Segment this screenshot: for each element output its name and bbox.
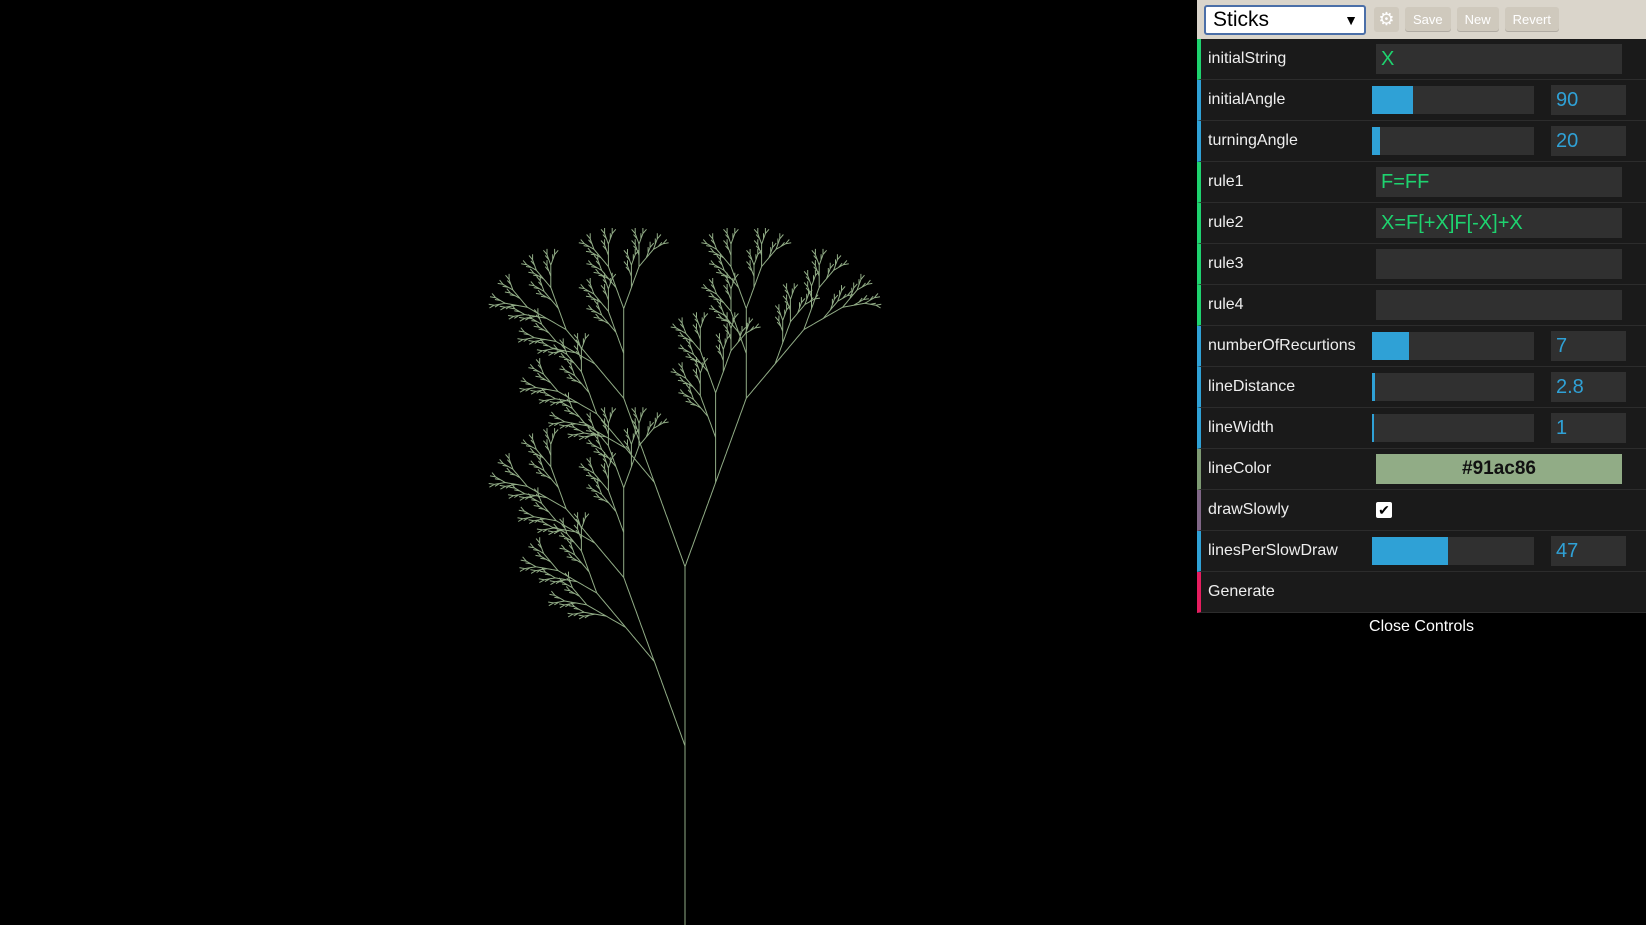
control-label: drawSlowly [1208, 501, 1289, 518]
control-label: initialString [1208, 50, 1287, 67]
generate-button[interactable]: Generate [1197, 572, 1646, 613]
control-line-width: lineWidth 1 [1197, 408, 1646, 449]
number-of-recurtions-slider[interactable] [1372, 332, 1534, 360]
control-label: turningAngle [1208, 132, 1298, 149]
control-label: rule3 [1208, 255, 1244, 272]
gear-icon[interactable]: ⚙ [1374, 7, 1399, 32]
control-turning-angle: turningAngle 20 [1197, 121, 1646, 162]
line-distance-slider[interactable] [1372, 373, 1534, 401]
lines-per-slow-draw-slider[interactable] [1372, 537, 1534, 565]
initial-string-input[interactable]: X [1376, 44, 1622, 74]
rule1-input[interactable]: F=FF [1376, 167, 1622, 197]
turning-angle-slider[interactable] [1372, 127, 1534, 155]
lines-per-slow-draw-input[interactable]: 47 [1551, 536, 1626, 566]
control-lines-per-slow-draw: linesPerSlowDraw 47 [1197, 531, 1646, 572]
control-label: lineDistance [1208, 378, 1296, 395]
draw-slowly-checkbox[interactable]: ✔ [1376, 502, 1392, 518]
close-controls-button[interactable]: Close Controls [1197, 613, 1646, 641]
initial-angle-input[interactable]: 90 [1551, 85, 1626, 115]
generate-label: Generate [1208, 583, 1275, 600]
control-label: numberOfRecurtions [1208, 337, 1356, 354]
slider-fill [1372, 127, 1381, 155]
control-label: rule1 [1208, 173, 1244, 190]
slider-fill [1372, 373, 1376, 401]
rule2-input[interactable]: X=F[+X]F[-X]+X [1376, 208, 1622, 238]
preset-select-value: Sticks [1213, 7, 1270, 31]
control-rule3: rule3 [1197, 244, 1646, 285]
line-width-slider[interactable] [1372, 414, 1534, 442]
control-rule1: rule1 F=FF [1197, 162, 1646, 203]
rule3-input[interactable] [1376, 249, 1622, 279]
control-label: rule2 [1208, 214, 1244, 231]
tree-branches [488, 228, 882, 925]
line-width-input[interactable]: 1 [1551, 413, 1626, 443]
control-label: linesPerSlowDraw [1208, 542, 1338, 559]
line-color-input[interactable]: #91ac86 [1376, 454, 1622, 484]
control-initial-string: initialString X [1197, 39, 1646, 80]
slider-fill [1372, 86, 1413, 114]
turning-angle-input[interactable]: 20 [1551, 126, 1626, 156]
control-label: lineWidth [1208, 419, 1274, 436]
control-rule2: rule2 X=F[+X]F[-X]+X [1197, 203, 1646, 244]
control-initial-angle: initialAngle 90 [1197, 80, 1646, 121]
control-line-distance: lineDistance 2.8 [1197, 367, 1646, 408]
slider-fill [1372, 332, 1410, 360]
slider-fill [1372, 414, 1374, 442]
preset-select[interactable]: Sticks ▼ [1204, 4, 1366, 35]
rule4-input[interactable] [1376, 290, 1622, 320]
control-label: rule4 [1208, 296, 1244, 313]
control-label: initialAngle [1208, 91, 1286, 108]
slider-fill [1372, 537, 1449, 565]
preset-toolbar: Sticks ▼ ⚙ Save New Revert [1197, 0, 1646, 39]
number-of-recurtions-input[interactable]: 7 [1551, 331, 1626, 361]
control-label: lineColor [1208, 460, 1272, 477]
control-number-of-recurtions: numberOfRecurtions 7 [1197, 326, 1646, 367]
control-rule4: rule4 [1197, 285, 1646, 326]
revert-button[interactable]: Revert [1504, 7, 1559, 32]
control-line-color: lineColor #91ac86 [1197, 449, 1646, 490]
control-draw-slowly: drawSlowly ✔ [1197, 490, 1646, 531]
line-distance-input[interactable]: 2.8 [1551, 372, 1626, 402]
new-button[interactable]: New [1456, 7, 1499, 32]
save-button[interactable]: Save [1405, 7, 1451, 32]
initial-angle-slider[interactable] [1372, 86, 1534, 114]
controls-panel: Sticks ▼ ⚙ Save New Revert initialString… [1197, 0, 1646, 641]
chevron-down-icon: ▼ [1344, 11, 1358, 28]
